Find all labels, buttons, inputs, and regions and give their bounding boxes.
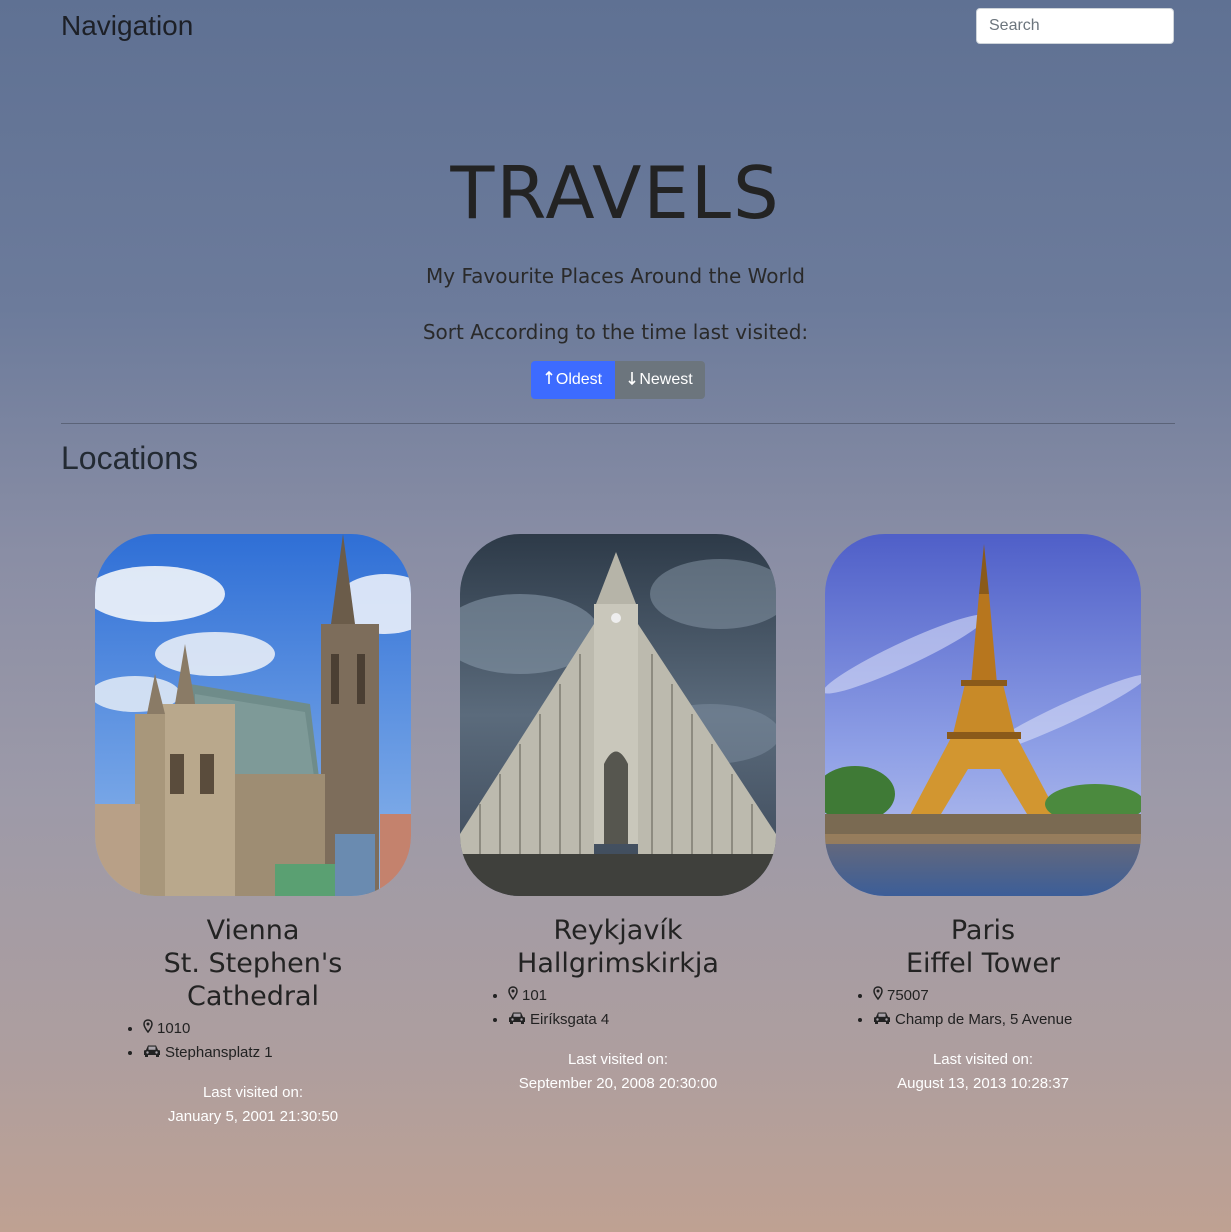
sort-newest-label: Newest [639,371,693,388]
last-visited-label: Last visited on: [932,1051,1034,1069]
sort-oldest-button[interactable]: Oldest [531,361,615,399]
hallgrimskirkja-photo[interactable] [460,534,776,896]
sort-label: Sort According to the time last visited: [422,320,809,344]
postal-code: 75007 [887,987,929,1004]
address: Eiríksgata 4 [530,1011,610,1029]
arrow-up-icon [544,370,554,390]
last-visited-date: January 5, 2001 21:30:50 [167,1108,339,1126]
postal-code: 101 [522,987,548,1004]
last-visited-date: August 13, 2013 10:28:37 [897,1075,1069,1093]
location-title: Paris Eiffel Tower [825,914,1141,980]
address: Champ de Mars, 5 Avenue [895,1011,1073,1029]
last-visited: Last visited on: January 5, 2001 21:30:5… [95,1081,411,1129]
postal-code-item: 1010 [143,1017,411,1041]
map-marker-icon [143,1017,153,1041]
address-item: Champ de Mars, 5 Avenue [873,1008,1141,1032]
search-input[interactable] [976,8,1174,44]
location-card-paris: Paris Eiffel Tower 75007 Champ de Mars, … [825,534,1141,1096]
postal-code: 1010 [157,1020,191,1037]
location-city: Reykjavík [553,915,683,946]
page-title: TRAVELS [450,151,781,235]
postal-code-item: 75007 [873,984,1141,1008]
sort-button-group: Oldest Newest [531,361,705,399]
location-city: Vienna [206,915,300,946]
navbar: Navigation [0,0,1231,56]
location-landmark: Eiffel Tower [905,948,1061,979]
page-subtitle: My Favourite Places Around the World [426,264,805,288]
eiffel-tower-photo[interactable] [825,534,1141,896]
last-visited-label: Last visited on: [202,1084,304,1102]
location-title: Reykjavík Hallgrimskirkja [460,914,776,980]
car-icon [143,1041,161,1065]
sort-oldest-label: Oldest [555,371,603,388]
address-item: Eiríksgata 4 [508,1008,776,1032]
map-marker-icon [873,984,883,1008]
car-icon [508,1008,526,1032]
address: Stephansplatz 1 [165,1044,273,1062]
st-stephens-cathedral-photo[interactable] [95,534,411,896]
location-card-vienna: Vienna St. Stephen's Cathedral 1010 Step… [95,534,411,1129]
section-title: Locations [61,440,198,476]
car-icon [873,1008,891,1032]
location-city: Paris [950,915,1016,946]
last-visited-date: September 20, 2008 20:30:00 [518,1075,718,1093]
last-visited: Last visited on: September 20, 2008 20:3… [460,1048,776,1096]
sort-newest-button[interactable]: Newest [615,361,705,399]
location-details: 75007 Champ de Mars, 5 Avenue [825,984,1141,1032]
last-visited-label: Last visited on: [567,1051,669,1069]
last-visited: Last visited on: August 13, 2013 10:28:3… [825,1048,1141,1096]
location-card-reykjavik: Reykjavík Hallgrimskirkja 101 Eiríksgata… [460,534,776,1096]
arrow-down-icon [627,371,637,390]
location-details: 1010 Stephansplatz 1 [95,1017,411,1065]
location-title: Vienna St. Stephen's Cathedral [95,914,411,1013]
location-landmark: St. Stephen's Cathedral [163,948,343,1012]
postal-code-item: 101 [508,984,776,1008]
section-divider [61,423,1175,424]
address-item: Stephansplatz 1 [143,1041,411,1065]
map-marker-icon [508,984,518,1008]
location-landmark: Hallgrimskirkja [517,948,719,979]
location-details: 101 Eiríksgata 4 [460,984,776,1032]
nav-brand[interactable]: Navigation [61,10,193,42]
